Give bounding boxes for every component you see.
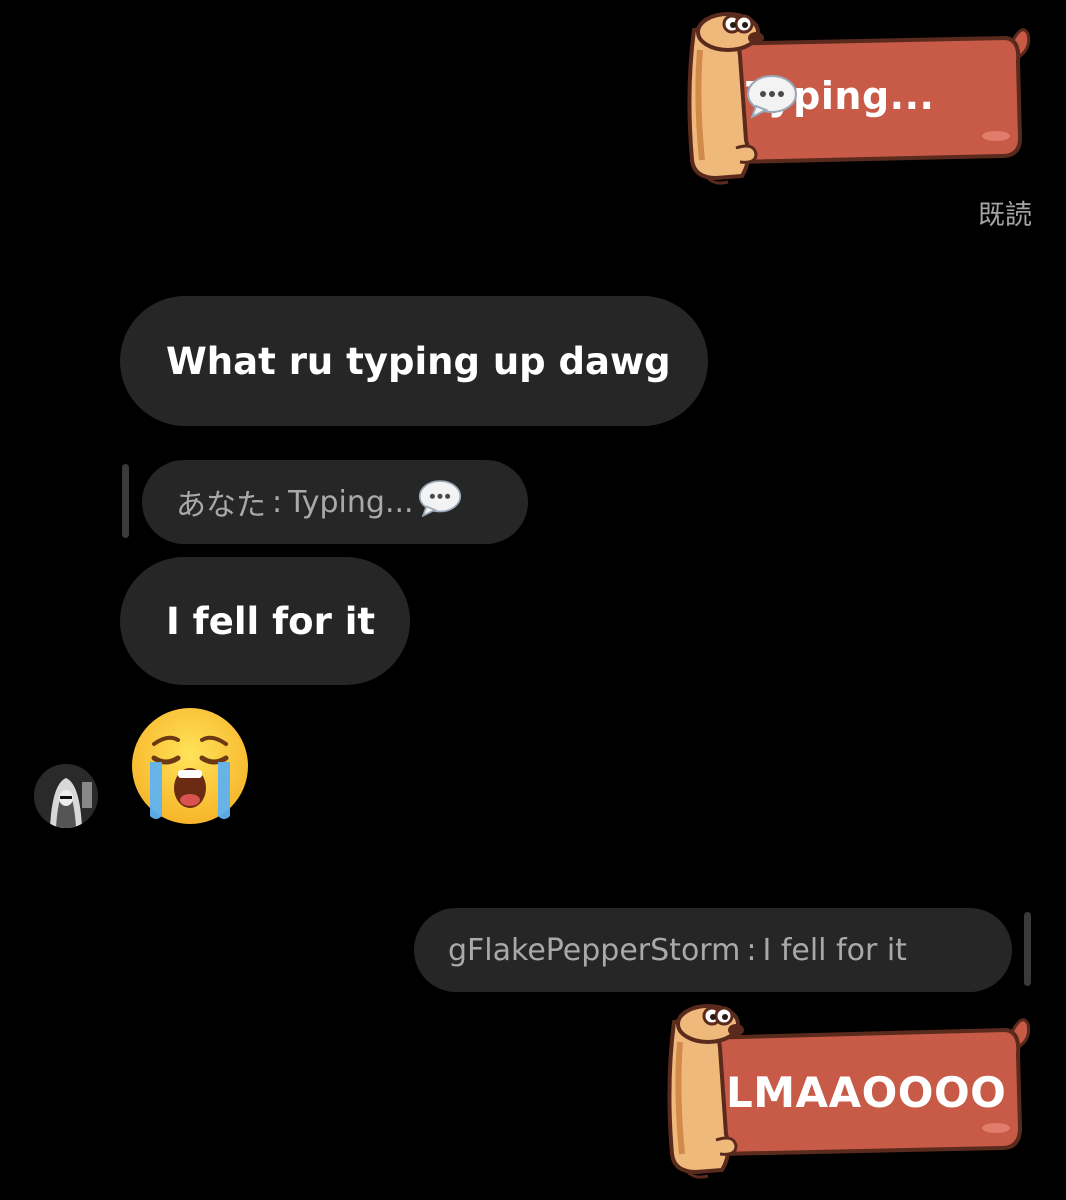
- sticker-lmao-text: LMAAOOOO: [726, 1068, 1007, 1117]
- sticker-message-lmao[interactable]: LMAAOOOO: [656, 1000, 1036, 1180]
- reply-quote[interactable]: あなた : Typing...: [142, 460, 528, 544]
- crying-face-emoji-icon[interactable]: [128, 704, 252, 828]
- reply-indicator-bar: [122, 464, 129, 538]
- sticker-message-typing[interactable]: Typing...: [676, 10, 1036, 186]
- reply-quote-author: gFlakePepperStorm: [448, 932, 741, 968]
- speech-bubble-icon: [418, 479, 462, 525]
- avatar-icon[interactable]: [34, 764, 98, 828]
- incoming-message[interactable]: What ru typing up dawg: [120, 296, 708, 426]
- reply-indicator-bar: [1024, 912, 1031, 986]
- reply-quote-author: あなた: [176, 488, 266, 523]
- incoming-message-text: I fell for it: [166, 599, 376, 643]
- read-receipt: 既読: [978, 200, 1032, 231]
- reply-quote-separator: :: [746, 932, 757, 968]
- reply-quote-separator: :: [272, 484, 283, 520]
- incoming-message-text: What ru typing up dawg: [166, 339, 671, 383]
- incoming-message[interactable]: I fell for it: [120, 557, 410, 685]
- reply-quote[interactable]: gFlakePepperStorm : I fell for it: [414, 908, 1012, 992]
- reply-quote-text: Typing...: [288, 484, 414, 520]
- reply-quote-text: I fell for it: [762, 932, 907, 968]
